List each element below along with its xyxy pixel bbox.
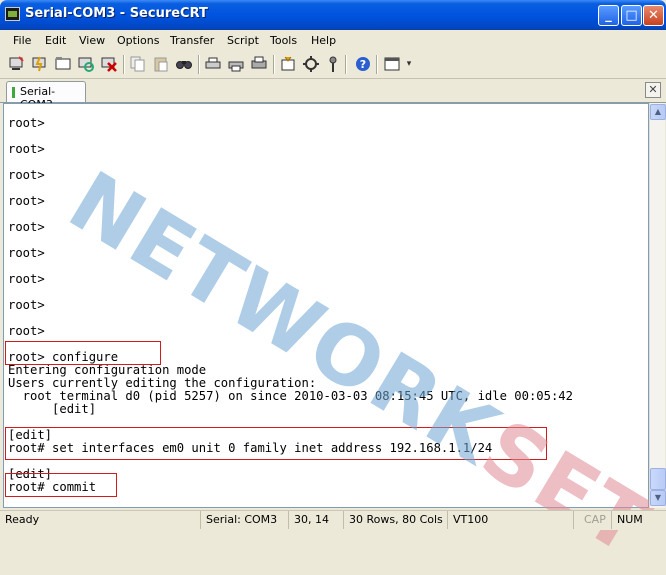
scroll-down-arrow-icon[interactable]: ▼: [650, 490, 666, 506]
toolbar-separator: [198, 55, 200, 74]
terminal-line: [edit]: [8, 402, 97, 416]
keymap-icon[interactable]: [324, 55, 342, 73]
window-title: Serial-COM3 - SecureCRT: [25, 6, 208, 21]
status-bar: Ready Serial: COM3 30, 14 30 Rows, 80 Co…: [0, 510, 666, 530]
copy-icon[interactable]: [129, 55, 147, 73]
print-screen-icon[interactable]: [250, 55, 268, 73]
chat-window-icon[interactable]: [383, 55, 401, 73]
vertical-scrollbar[interactable]: ▲ ▼: [649, 103, 666, 508]
terminal-line: root>: [8, 142, 45, 156]
connect-icon[interactable]: [8, 55, 26, 73]
session-options-icon[interactable]: [279, 55, 297, 73]
title-bar[interactable]: Serial-COM3 - SecureCRT _ □ ✕: [0, 0, 666, 30]
print-setup-icon[interactable]: [204, 55, 222, 73]
disconnect-icon[interactable]: [100, 55, 118, 73]
securecrt-app-icon[interactable]: [5, 7, 20, 21]
maximize-button[interactable]: □: [621, 5, 642, 26]
menu-edit[interactable]: Edit: [45, 34, 66, 47]
terminal-screen[interactable]: root> root> root> root> root> root> root…: [3, 103, 649, 508]
quick-connect-icon[interactable]: [31, 55, 49, 73]
status-ready: Ready: [5, 513, 40, 526]
commit-highlight-box: [5, 473, 117, 497]
find-icon[interactable]: [175, 55, 193, 73]
status-connection: Serial: COM3: [200, 511, 288, 529]
connect-tab-icon[interactable]: [54, 55, 72, 73]
toolbar-separator: [345, 55, 347, 74]
terminal-line: root>: [8, 272, 45, 286]
close-tab-button[interactable]: ✕: [645, 82, 661, 98]
menu-tools[interactable]: Tools: [270, 34, 297, 47]
help-icon[interactable]: ?: [354, 55, 372, 73]
tab-serial-com3[interactable]: Serial-COM3: [6, 81, 86, 111]
status-caps-lock: CAP: [573, 511, 611, 529]
minimize-button[interactable]: _: [598, 5, 619, 26]
terminal-line: root>: [8, 168, 45, 182]
terminal-line: root>: [8, 324, 45, 338]
terminal-line: root>: [8, 220, 45, 234]
global-options-icon[interactable]: [302, 55, 320, 73]
connection-status-indicator: [12, 87, 15, 98]
terminal-line: root>: [8, 116, 45, 130]
session-tab-strip: Serial-COM3 ✕: [0, 79, 666, 111]
status-terminal-size: 30 Rows, 80 Cols: [343, 511, 447, 529]
menu-bar: File Edit View Options Transfer Script T…: [0, 30, 666, 51]
menu-script[interactable]: Script: [227, 34, 259, 47]
set-interface-highlight-box: [5, 427, 547, 460]
scroll-up-arrow-icon[interactable]: ▲: [650, 104, 666, 120]
paste-icon[interactable]: [152, 55, 170, 73]
configure-highlight-box: [5, 341, 161, 365]
svg-text:?: ?: [360, 58, 366, 71]
close-button[interactable]: ✕: [643, 5, 664, 26]
status-emulation: VT100: [447, 511, 573, 529]
status-cursor-position: 30, 14: [288, 511, 343, 529]
menu-help[interactable]: Help: [311, 34, 336, 47]
reconnect-icon[interactable]: [77, 55, 95, 73]
print-icon[interactable]: [227, 55, 245, 73]
terminal-line: root>: [8, 298, 45, 312]
menu-transfer[interactable]: Transfer: [170, 34, 214, 47]
terminal-line: root>: [8, 246, 45, 260]
menu-file[interactable]: File: [13, 34, 31, 47]
toolbar-separator: [123, 55, 125, 74]
scrollbar-thumb[interactable]: [650, 468, 666, 490]
menu-options[interactable]: Options: [117, 34, 159, 47]
toolbar: ? ▾: [0, 51, 666, 79]
toolbar-separator: [273, 55, 275, 74]
menu-view[interactable]: View: [79, 34, 105, 47]
status-num-lock: NUM: [611, 511, 666, 529]
terminal-line: root>: [8, 194, 45, 208]
toolbar-overflow-chevron-icon[interactable]: ▾: [404, 55, 414, 73]
toolbar-separator: [376, 55, 378, 74]
